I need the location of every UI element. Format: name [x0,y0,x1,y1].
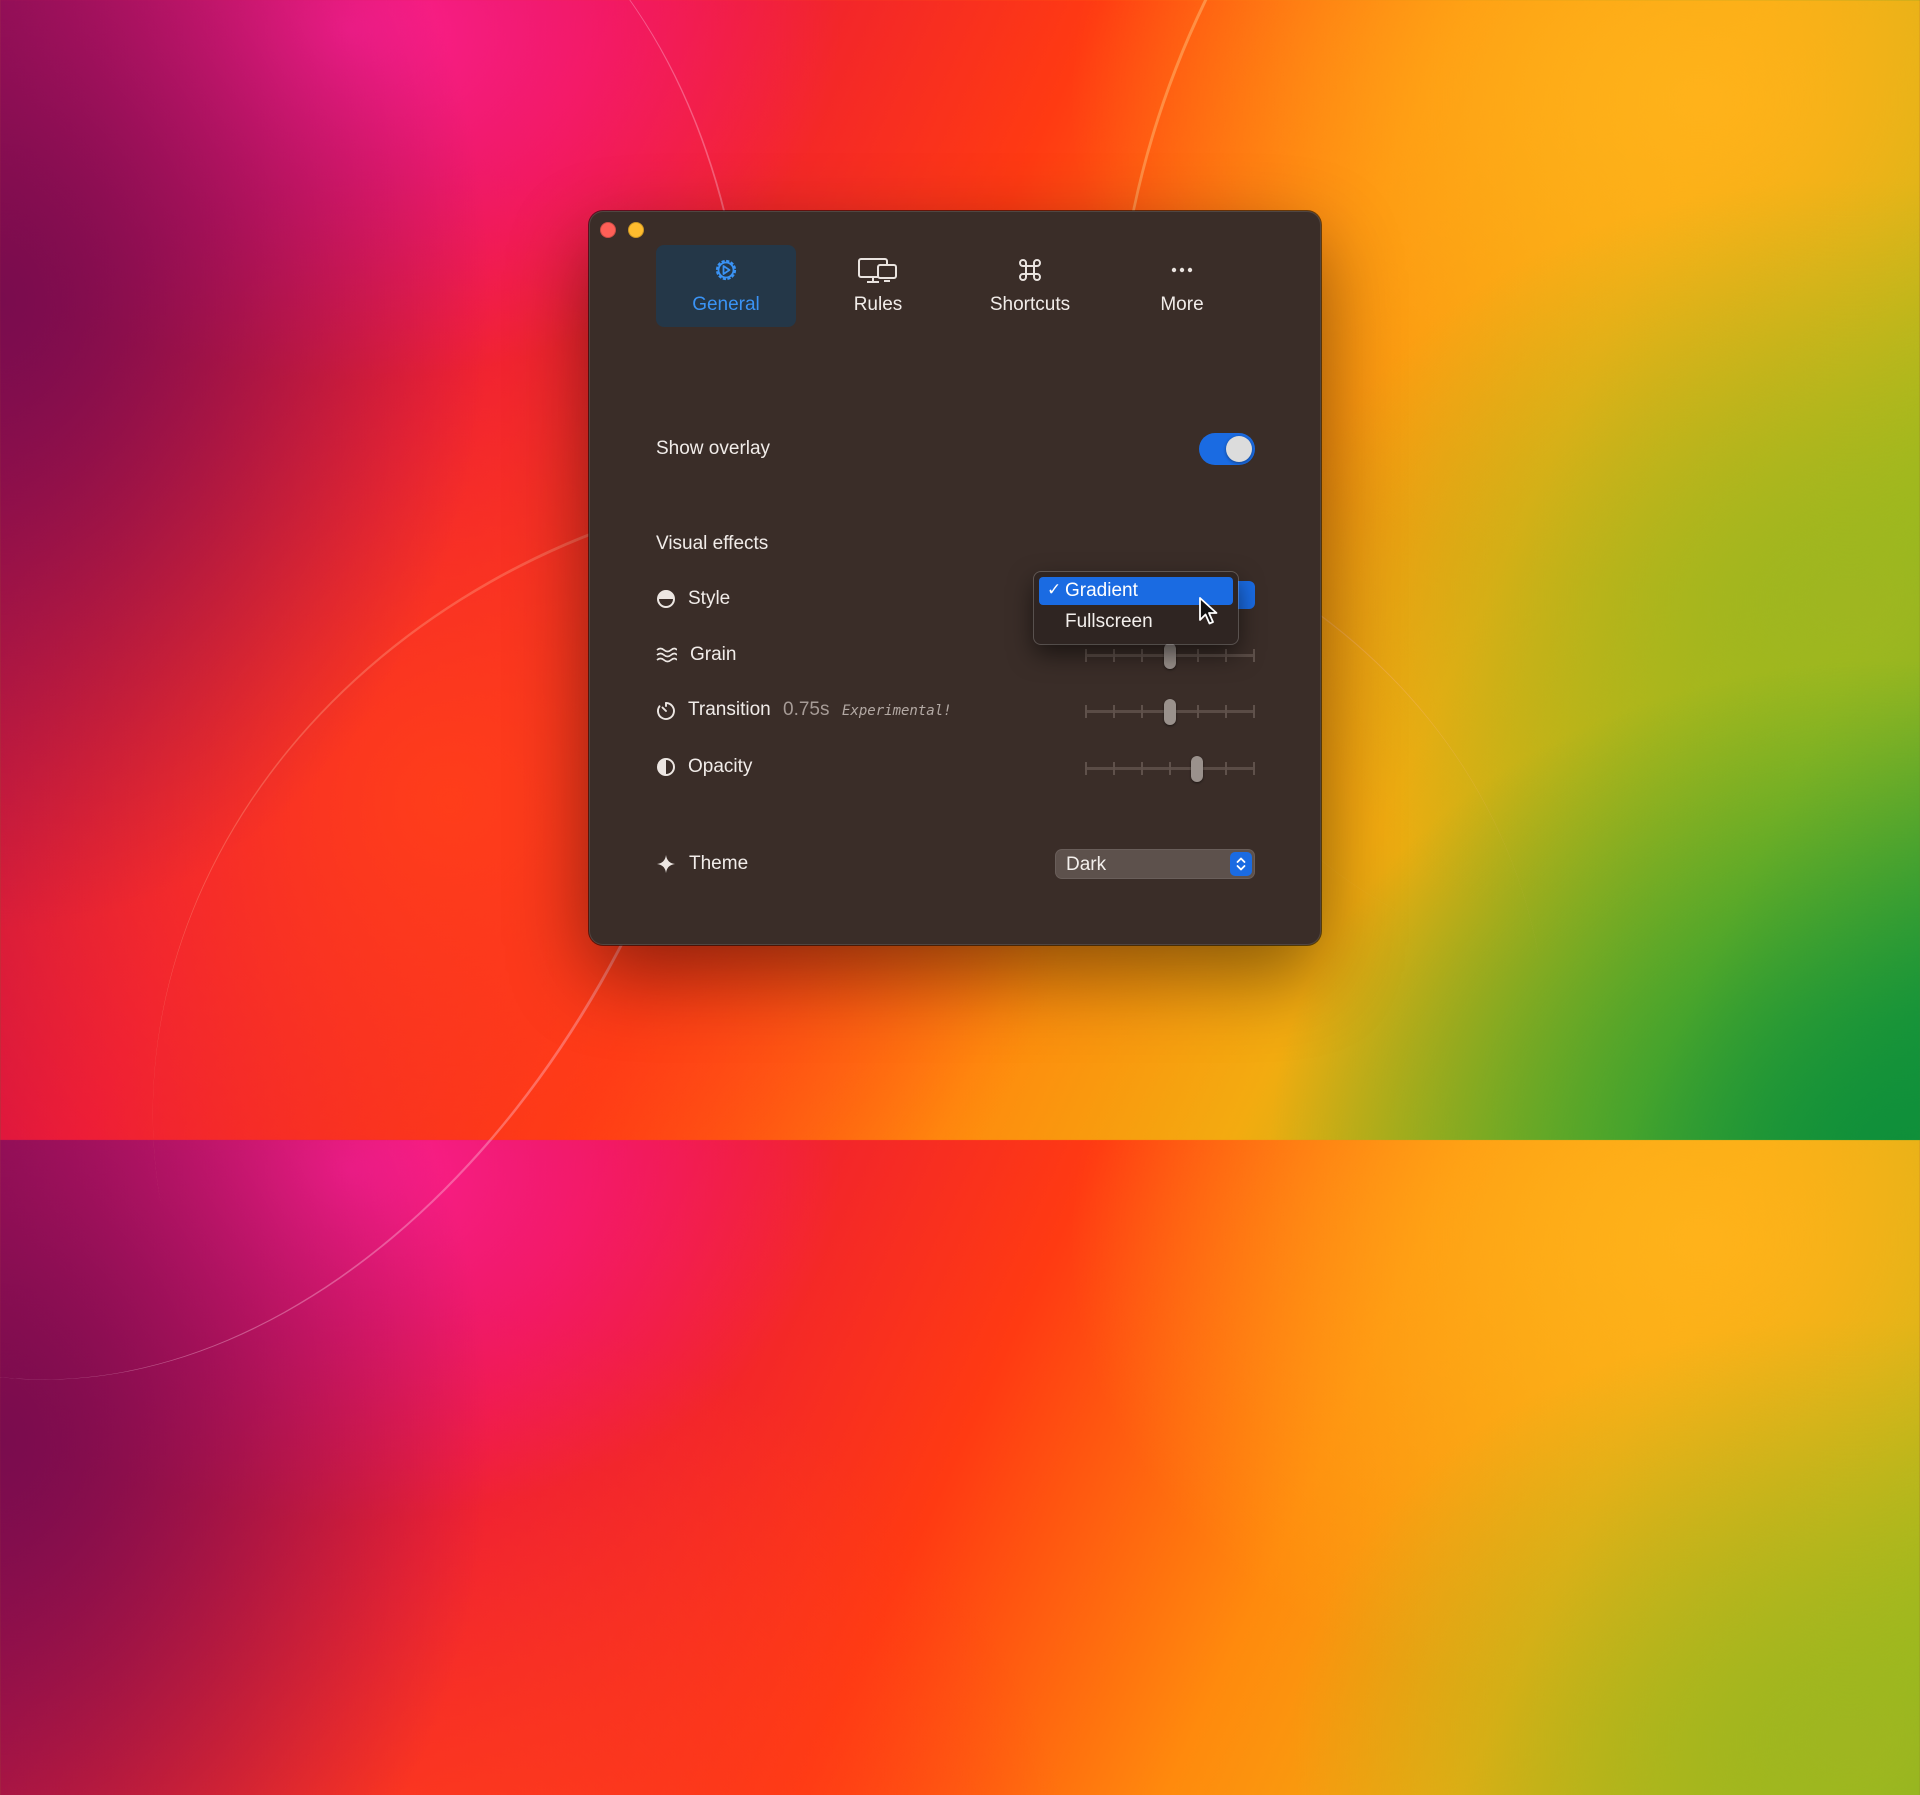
opacity-label: Opacity [688,756,753,777]
theme-select[interactable]: Dark [1055,849,1255,879]
grain-label: Grain [690,644,737,665]
close-window-button[interactable] [600,222,616,238]
opacity-slider[interactable] [1085,756,1255,782]
slider-tick [1113,649,1115,662]
slider-thumb[interactable] [1164,699,1176,725]
slider-tick [1253,649,1255,662]
slider-tick [1225,649,1227,662]
menu-item-gradient[interactable]: ✓ Gradient [1039,577,1233,605]
gear-icon [712,256,740,284]
timer-icon [655,700,677,722]
menu-item-fullscreen[interactable]: Fullscreen [1039,608,1233,636]
slider-tick [1141,705,1143,718]
transition-label: Transition [688,699,771,720]
show-overlay-label: Show overlay [656,438,771,459]
experimental-note: Experimental! [842,703,952,719]
slider-tick [1085,762,1087,775]
tab-label: Rules [853,294,903,315]
checkmark-icon: ✓ [1047,580,1062,599]
sparkle-icon [655,853,677,875]
ellipsis-icon [1168,256,1196,284]
chevron-up-down-icon [1230,852,1252,876]
slider-tick [1085,705,1087,718]
slider-tick [1141,649,1143,662]
show-overlay-toggle[interactable] [1199,433,1255,465]
tab-rules[interactable]: Rules [808,245,948,327]
theme-label: Theme [689,853,749,874]
tab-general[interactable]: General [656,245,796,327]
slider-tick [1225,705,1227,718]
slider-tick [1113,705,1115,718]
settings-window: General Rules Shortcuts More Show overla… [589,211,1321,945]
tab-label: Shortcuts [989,294,1071,315]
tab-shortcuts[interactable]: Shortcuts [960,245,1100,327]
displays-icon [857,256,899,284]
slider-tick [1197,705,1199,718]
toggle-knob [1226,436,1252,462]
tab-label: More [1160,294,1204,315]
slider-tick [1085,649,1087,662]
style-label: Style [688,588,731,609]
slider-tick [1253,705,1255,718]
slider-tick [1169,762,1171,775]
slider-tick [1197,649,1199,662]
slider-tick [1253,762,1255,775]
tab-more[interactable]: More [1112,245,1252,327]
waves-icon [655,644,678,666]
theme-select-value: Dark [1066,854,1107,875]
menu-item-label: Fullscreen [1065,611,1153,632]
menu-item-label: Gradient [1065,580,1138,601]
grain-slider[interactable] [1085,643,1255,669]
transition-value: 0.75s [783,699,830,720]
tab-label: General [692,294,760,315]
slider-thumb[interactable] [1191,756,1203,782]
visual-effects-heading: Visual effects [656,533,769,554]
slider-tick [1225,762,1227,775]
slider-tick [1141,762,1143,775]
half-circle-icon [655,588,677,610]
style-dropdown-menu: ✓ Gradient Fullscreen [1034,572,1238,644]
slider-tick [1113,762,1115,775]
command-icon [1016,256,1044,284]
toolbar-tabs: General Rules Shortcuts More [656,245,1252,327]
minimize-window-button[interactable] [628,222,644,238]
slider-thumb[interactable] [1164,643,1176,669]
transition-slider[interactable] [1085,699,1255,725]
contrast-icon [655,756,677,778]
